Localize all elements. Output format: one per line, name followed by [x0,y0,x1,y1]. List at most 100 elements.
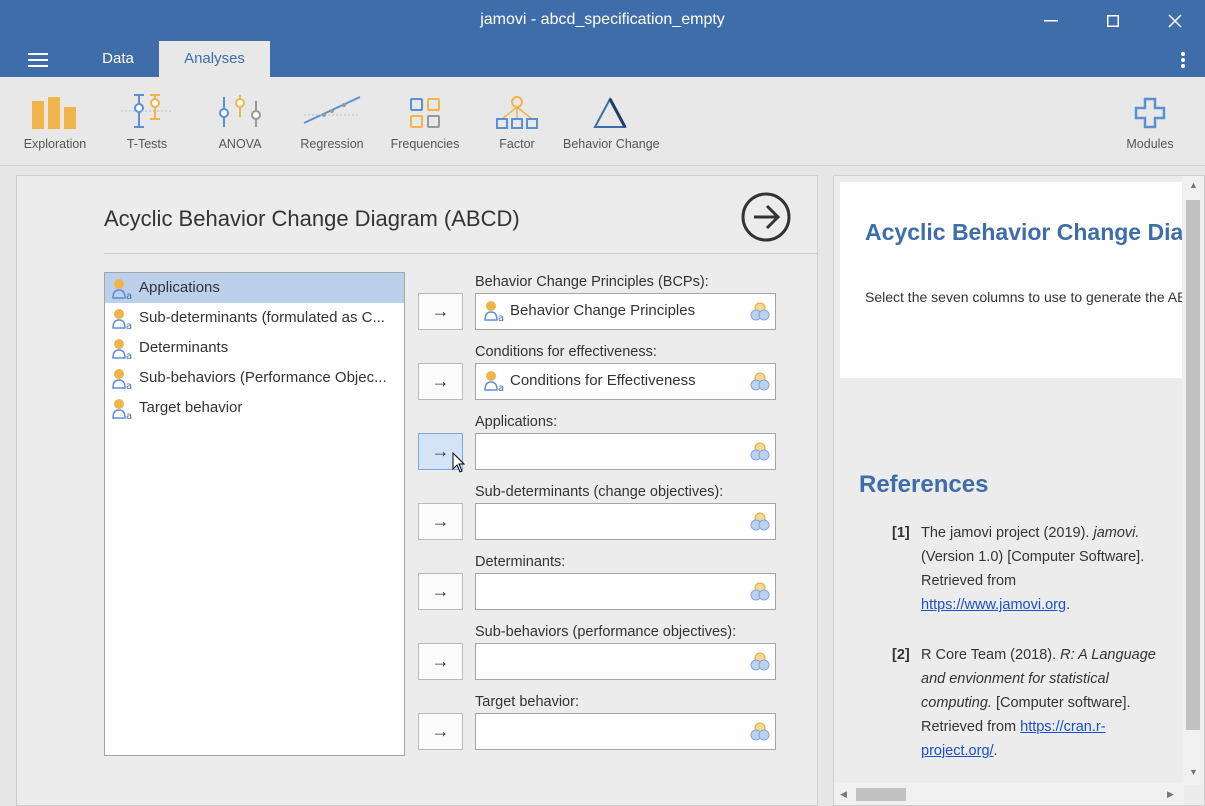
horizontal-scrollbar[interactable]: ◀ ▶ [834,783,1184,805]
tab-analyses[interactable]: Analyses [159,41,270,77]
variable-list[interactable]: a Applications a Sub-determinants (formu… [104,272,405,756]
sub-behaviors-target-box[interactable] [475,643,776,680]
move-to-target-behavior-button[interactable]: → [418,713,463,750]
move-to-determinants-button[interactable]: → [418,573,463,610]
exploration-icon [9,91,101,129]
move-to-sub-determinants-button[interactable]: → [418,503,463,540]
results-panel: Acyclic Behavior Change Diagram (ABCD) S… [833,175,1205,806]
results-card: Acyclic Behavior Change Diagram (ABCD) S… [840,182,1182,378]
conditions-target-box[interactable]: a Conditions for Effectiveness [475,363,776,400]
ribbon-regression[interactable]: Regression [286,91,378,151]
determinants-label: Determinants: [475,554,566,570]
svg-text:a: a [498,313,504,322]
list-item[interactable]: a Sub-behaviors (Performance Objec... [105,363,404,393]
list-item[interactable]: a Target behavior [105,393,404,423]
reference-italic: jamovi. [1093,525,1140,541]
variable-label: Applications [139,279,220,296]
nominal-text-variable-icon: a [484,371,504,392]
ribbon-ttests[interactable]: T-Tests [101,91,193,151]
variable-types-icon [750,442,770,461]
determinants-target-box[interactable] [475,573,776,610]
frequencies-icon [379,91,471,129]
scroll-up-icon[interactable]: ▲ [1189,180,1198,190]
nominal-text-variable-icon: a [112,309,132,330]
variable-label: Sub-determinants (formulated as C... [139,309,385,326]
ribbon-behavior-change[interactable]: Behavior Change [563,91,660,151]
list-item[interactable]: a Sub-determinants (formulated as C... [105,303,404,333]
conditions-value: Conditions for Effectiveness [510,372,696,389]
reference-text: (Version 1.0) [Computer Software]. Retri… [921,549,1145,589]
plus-icon [1104,91,1196,129]
scroll-left-icon[interactable]: ◀ [840,789,847,800]
minimize-button[interactable] [1031,6,1071,36]
move-to-conditions-button[interactable]: → [418,363,463,400]
ribbon-frequencies[interactable]: Frequencies [379,91,471,151]
mouse-cursor-icon [452,452,466,473]
sub-behaviors-label: Sub-behaviors (performance objectives): [475,624,737,640]
close-button[interactable] [1155,6,1195,36]
reference-number: [1] [892,525,910,541]
tab-data[interactable]: Data [78,41,158,77]
jamovi-window: jamovi - abcd_specification_empty Data A… [0,0,1205,806]
ribbon-modules[interactable]: Modules [1104,91,1196,151]
applications-target-box[interactable] [475,433,776,470]
vertical-scrollbar[interactable]: ▲ ▼ [1182,176,1204,785]
svg-text:a: a [126,351,132,360]
main-tab-bar: Data Analyses [0,41,1205,77]
list-item[interactable]: a Determinants [105,333,404,363]
svg-text:a: a [498,383,504,392]
move-to-bcps-button[interactable]: → [418,293,463,330]
ribbon-anova[interactable]: ANOVA [194,91,286,151]
scroll-right-icon[interactable]: ▶ [1167,789,1174,800]
more-options-icon[interactable] [1181,52,1187,70]
nominal-text-variable-icon: a [112,399,132,420]
ttests-icon [101,91,193,129]
reference-tail: . [1066,597,1071,613]
ribbon-label: Factor [499,137,535,151]
conditions-label: Conditions for effectiveness: [475,344,657,360]
svg-text:a: a [126,381,132,390]
move-to-sub-behaviors-button[interactable]: → [418,643,463,680]
regression-icon [286,91,378,129]
list-item[interactable]: a Applications [105,273,404,303]
ribbon-exploration[interactable]: Exploration [9,91,101,151]
variable-types-icon [750,302,770,321]
results-title: Acyclic Behavior Change Diagram (ABCD) [865,219,1182,245]
title-bar: jamovi - abcd_specification_empty [0,0,1205,41]
variable-types-icon [750,652,770,671]
ribbon-label: Exploration [23,137,87,151]
nominal-text-variable-icon: a [484,301,504,322]
arrow-right-circle-icon [741,192,791,242]
target-behavior-target-box[interactable] [475,713,776,750]
options-title: Acyclic Behavior Change Diagram (ABCD) [104,206,520,231]
ribbon-label: T-Tests [126,137,168,151]
title-divider [104,253,818,254]
variable-label: Determinants [139,339,229,356]
variable-label: Sub-behaviors (Performance Objec... [139,369,387,386]
jamovi-link[interactable]: https://www.jamovi.org [921,597,1066,613]
reference-text: R Core Team (2018). [921,647,1061,663]
run-arrow-button[interactable] [740,191,792,243]
ribbon-factor[interactable]: Factor [471,91,563,151]
nominal-text-variable-icon: a [112,369,132,390]
maximize-button[interactable] [1093,6,1133,36]
bcps-target-box[interactable]: a Behavior Change Principles [475,293,776,330]
variable-types-icon [750,512,770,531]
scroll-thumb[interactable] [1186,200,1200,730]
svg-text:a: a [126,321,132,330]
target-behavior-label: Target behavior: [475,694,579,710]
close-icon [1168,14,1182,28]
references-heading: References [859,471,989,498]
results-description: Select the seven columns to use to gener… [865,289,1182,305]
factor-icon [471,91,563,129]
bcps-value: Behavior Change Principles [510,302,696,319]
scroll-down-icon[interactable]: ▼ [1189,767,1198,777]
hamburger-menu-icon[interactable] [28,53,48,67]
ribbon-label: Frequencies [390,137,460,151]
reference-number: [2] [892,647,910,663]
sub-determinants-target-box[interactable] [475,503,776,540]
scroll-thumb[interactable] [856,788,906,801]
window-title: jamovi - abcd_specification_empty [480,11,725,28]
reference-text: The jamovi project (2019). [921,525,1094,541]
variable-types-icon [750,582,770,601]
